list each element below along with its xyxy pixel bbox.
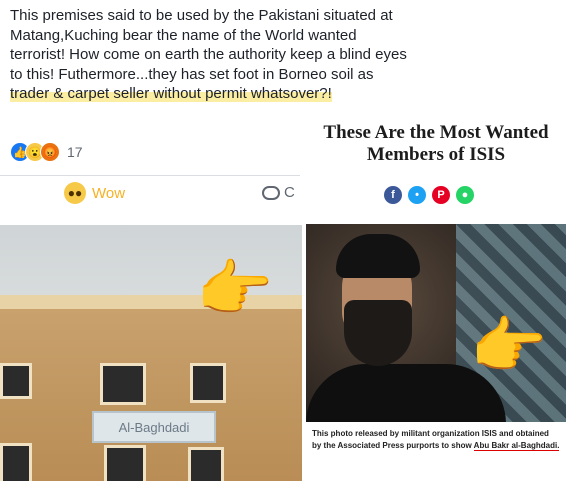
news-headline: These Are the Most Wanted Members of ISI… [323, 122, 549, 165]
pointing-hand-icon: 👉 [470, 312, 548, 381]
turban [336, 234, 420, 278]
share-bar: f • P ● [384, 186, 474, 204]
beard [344, 300, 412, 366]
photo-caption: This photo released by militant organiza… [306, 422, 566, 458]
comment-label: C [284, 184, 295, 201]
comment-button[interactable]: C [262, 184, 295, 201]
portrait-photo: 👉 [306, 224, 566, 422]
angry-reaction-icon: 😡 [40, 142, 60, 162]
whatsapp-icon[interactable]: ● [456, 186, 474, 204]
building-window [104, 445, 146, 481]
news-card: These Are the Most Wanted Members of ISI… [306, 108, 566, 481]
reaction-summary[interactable]: 👍 😮 😡 17 [10, 142, 83, 162]
reaction-count: 17 [67, 144, 83, 160]
building-window [0, 363, 32, 399]
twitter-icon[interactable]: • [408, 186, 426, 204]
post-text-main: This premises said to be used by the Pak… [10, 7, 407, 83]
pointing-hand-icon: 👉 [196, 255, 274, 324]
facebook-icon[interactable]: f [384, 186, 402, 204]
post-text: This premises said to be used by the Pak… [10, 6, 410, 104]
wow-label: Wow [92, 184, 126, 202]
building-window [190, 363, 226, 403]
building-sign: Al-Baghdadi [92, 411, 216, 443]
reaction-icons: 👍 😮 😡 [10, 142, 60, 162]
building-window [100, 363, 146, 405]
wow-button[interactable]: ●● Wow [64, 182, 125, 204]
caption-name: Abu Bakr al-Baghdadi. [473, 441, 560, 451]
post-text-highlight: trader & carpet seller without permit wh… [10, 85, 332, 102]
wow-face-icon: ●● [64, 182, 86, 204]
action-divider [0, 175, 300, 176]
building-window [0, 443, 32, 481]
building-photo: Al-Baghdadi 👉 [0, 225, 302, 481]
comment-bubble-icon [262, 185, 280, 200]
pinterest-icon[interactable]: P [432, 186, 450, 204]
building-window [188, 447, 224, 481]
